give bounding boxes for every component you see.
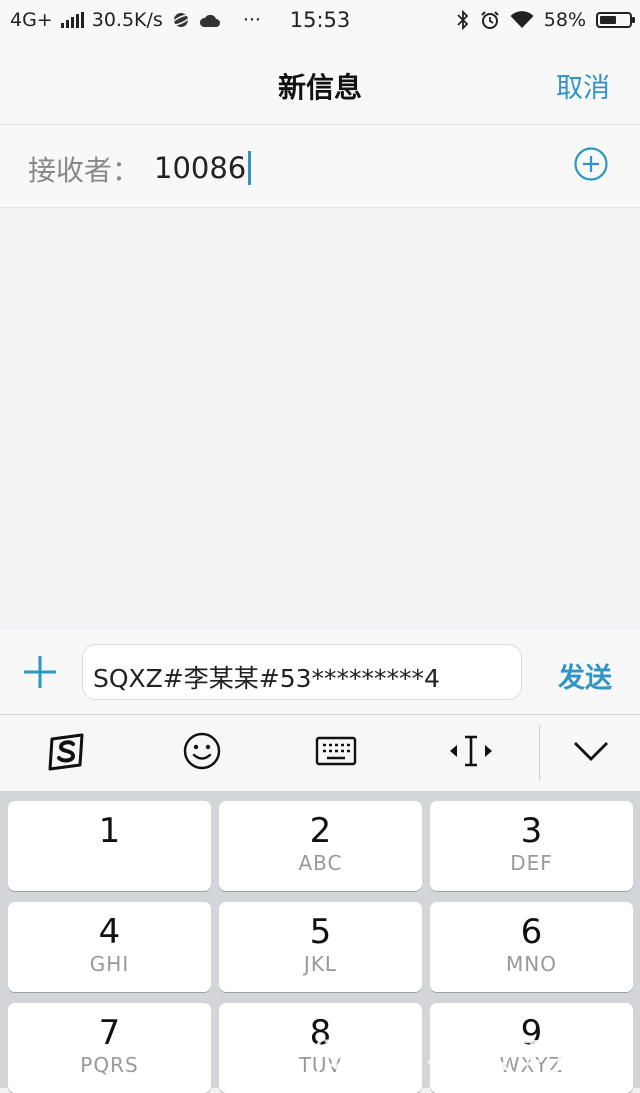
recipient-value: 10086 (154, 151, 247, 185)
bluetooth-icon (457, 10, 469, 30)
keypad-key-7[interactable]: 7 PQRS (8, 1003, 211, 1093)
key-letters: ABC (298, 851, 343, 875)
send-button[interactable]: 发送 (558, 656, 612, 695)
recipient-label: 接收者： (28, 154, 141, 187)
keypad-key-5[interactable]: 5 JKL (219, 902, 422, 992)
status-right: 58% (456, 9, 635, 31)
page-title: 新信息 (277, 71, 362, 104)
emoji-icon[interactable] (182, 731, 222, 771)
recipient-row: 接收者： 10086 (0, 125, 640, 208)
add-contact-icon[interactable] (574, 147, 608, 181)
key-digit: 2 (309, 811, 332, 851)
keyboard-icon[interactable] (315, 731, 357, 771)
sogou-logo-icon[interactable] (46, 731, 88, 773)
message-thread-area (0, 208, 640, 630)
key-digit: 3 (520, 811, 543, 851)
nav-header: 新信息 取消 (0, 44, 640, 125)
key-letters: GHI (89, 952, 130, 976)
key-letters: MNO (506, 952, 557, 976)
key-letters: PQRS (80, 1053, 139, 1077)
keypad-key-8[interactable]: 8 TUV (219, 1003, 422, 1093)
keypad-key-2[interactable]: 2 ABC (219, 801, 422, 891)
keypad-key-1[interactable]: 1 (8, 801, 211, 891)
keypad-key-9[interactable]: 9 WXYZ (430, 1003, 633, 1093)
key-digit: 7 (98, 1013, 121, 1053)
key-letters: WXYZ (499, 1053, 564, 1077)
toolbar-divider (539, 725, 540, 781)
text-caret (248, 151, 252, 185)
wifi-icon (510, 11, 534, 28)
status-bar: 4G+ 30.5K/s ··· 15:53 58% (0, 0, 640, 44)
cursor-move-icon[interactable] (448, 731, 494, 771)
compose-bar: SQXZ#李某某#53*********4 发送 (0, 630, 640, 715)
battery-percent: 58% (543, 9, 586, 31)
key-digit: 1 (98, 811, 121, 851)
recipient-input[interactable]: 10086 (154, 151, 252, 185)
add-attachment-icon[interactable] (22, 654, 58, 690)
cancel-button[interactable]: 取消 (556, 66, 610, 105)
key-digit: 9 (520, 1013, 543, 1053)
keypad-key-4[interactable]: 4 GHI (8, 902, 211, 992)
key-digit: 4 (98, 912, 121, 952)
keyboard-toolbar (0, 715, 640, 791)
key-digit: 8 (309, 1013, 332, 1053)
message-input[interactable]: SQXZ#李某某#53*********4 (82, 644, 522, 700)
key-digit: 5 (309, 912, 332, 952)
key-letters: TUV (298, 1053, 343, 1077)
battery-icon (596, 12, 635, 28)
key-letters: JKL (303, 952, 338, 976)
numeric-keypad: 1 2 ABC 3 DEF 4 GHI 5 JKL 6 MNO 7 PQRS 8 TUV 9 WXYZ (0, 791, 640, 1093)
key-digit: 6 (520, 912, 543, 952)
alarm-icon (481, 11, 499, 29)
key-letters: DEF (510, 851, 553, 875)
keypad-key-6[interactable]: 6 MNO (430, 902, 633, 992)
chevron-down-icon[interactable] (572, 737, 610, 765)
keypad-key-3[interactable]: 3 DEF (430, 801, 633, 891)
